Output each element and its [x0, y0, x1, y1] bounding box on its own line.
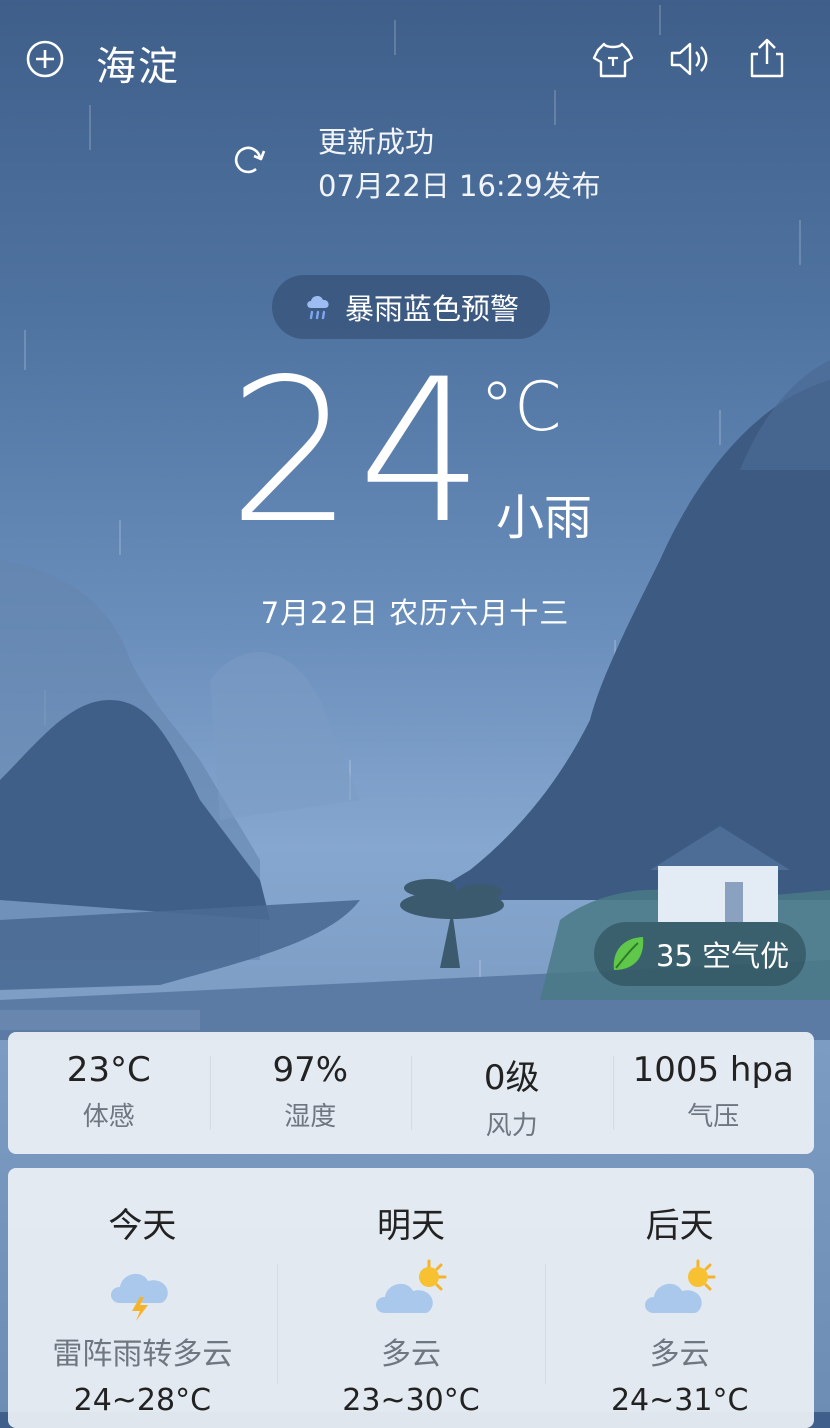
stat-value: 97%: [272, 1050, 349, 1090]
forecast-temp: 23~30°C: [342, 1383, 480, 1418]
temperature-unit: °C: [480, 368, 562, 447]
current-date: 7月22日 农历六月十三: [260, 596, 570, 630]
refresh-icon[interactable]: [226, 138, 270, 182]
stat-value: 1005 hpa: [632, 1050, 794, 1090]
update-time: 07月22日 16:29发布: [318, 169, 601, 203]
forecast-day-today[interactable]: 今天 雷阵雨转多云 24~28°C: [8, 1168, 277, 1428]
share-icon[interactable]: [744, 36, 790, 82]
stat-label: 体感: [82, 1102, 135, 1132]
stat-label: 湿度: [284, 1102, 337, 1132]
forecast-desc: 多云: [381, 1337, 441, 1372]
shirt-icon[interactable]: [590, 36, 636, 82]
weather-alert-chip[interactable]: 暴雨蓝色预警: [272, 275, 550, 339]
stat-feels-like: 23°C 体感: [8, 1032, 210, 1154]
city-name[interactable]: 海淀: [96, 34, 180, 92]
partly-cloudy-icon: [644, 1259, 716, 1313]
air-quality-chip[interactable]: 35 空气优: [594, 922, 806, 986]
forecast-temp: 24~31°C: [610, 1383, 749, 1418]
speaker-icon[interactable]: [666, 36, 712, 82]
current-condition: 小雨: [496, 490, 593, 546]
thunder-cloud-icon: [111, 1273, 169, 1321]
forecast-day-name: 明天: [377, 1206, 445, 1246]
partly-cloudy-icon: [376, 1259, 447, 1313]
forecast-temp: 24~28°C: [73, 1383, 212, 1418]
stat-humidity: 97% 湿度: [209, 1032, 412, 1154]
forecast-day-after-tomorrow[interactable]: 后天 多云 24~31°C: [545, 1168, 814, 1428]
forecast-day-name: 今天: [108, 1206, 177, 1246]
air-quality-label: 35 空气优: [656, 939, 790, 973]
stat-pressure: 1005 hpa 气压: [612, 1032, 815, 1154]
leaf-icon: [613, 937, 644, 970]
stat-value: 0级: [483, 1058, 540, 1098]
stat-value: 23°C: [66, 1050, 151, 1090]
forecast-day-tomorrow[interactable]: 明天 多云 23~30°C: [276, 1168, 546, 1428]
current-temperature: 24: [228, 336, 488, 567]
top-bar: 海淀: [0, 0, 830, 120]
stat-label: 风力: [485, 1111, 538, 1141]
add-city-icon[interactable]: [22, 36, 68, 82]
update-info: 更新成功 07月22日 16:29发布: [318, 120, 601, 208]
forecast-day-name: 后天: [645, 1206, 714, 1246]
alert-label: 暴雨蓝色预警: [344, 292, 519, 326]
forecast-card: 今天 雷阵雨转多云 24~28°C 明天 多云 23~30°C 后天 多云 24…: [8, 1168, 814, 1428]
forecast-desc: 雷阵雨转多云: [52, 1337, 233, 1372]
weather-stats-card: 23°C 体感 97% 湿度 0级 风力 1005 hpa 气压: [8, 1032, 814, 1154]
forecast-desc: 多云: [649, 1337, 710, 1372]
rainstorm-icon: [307, 295, 329, 320]
update-status: 更新成功: [318, 125, 435, 159]
stat-label: 气压: [687, 1102, 740, 1132]
stat-wind: 0级 风力: [411, 1032, 613, 1154]
